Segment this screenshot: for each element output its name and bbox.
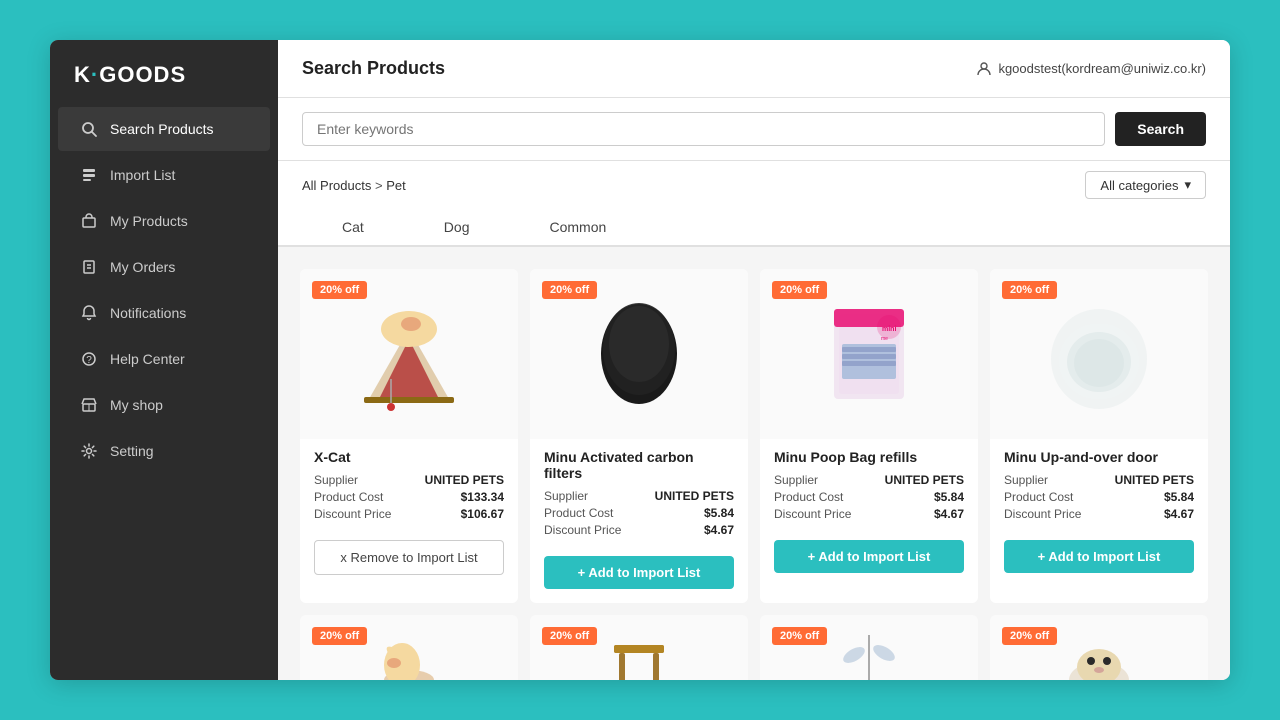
chevron-down-icon: ▾ — [1184, 177, 1191, 193]
product-card: 20% off X — [300, 269, 518, 603]
topbar: Search Products kgoodstest(kordream@uniw… — [278, 40, 1230, 98]
supplier-row: Supplier UNITED PETS — [1004, 473, 1194, 487]
add-to-import-list-button[interactable]: + Add to Import List — [774, 540, 964, 573]
svg-text:?: ? — [86, 355, 92, 366]
user-email: kgoodstest(kordream@uniwiz.co.kr) — [998, 61, 1206, 76]
product-image-xcat — [349, 289, 469, 419]
second-products-row: 20% off 20% off — [278, 609, 1230, 680]
sidebar-item-my-orders[interactable]: My Orders — [58, 245, 270, 289]
tab-cat[interactable]: Cat — [302, 209, 404, 247]
shop-icon — [80, 396, 98, 414]
sidebar-label-search-products: Search Products — [110, 121, 214, 137]
sidebar-label-notifications: Notifications — [110, 305, 186, 321]
product-card-partial: 20% off — [530, 615, 748, 680]
add-to-import-list-button[interactable]: + Add to Import List — [1004, 540, 1194, 573]
product-info: X-Cat Supplier UNITED PETS Product Cost … — [300, 439, 518, 532]
product-name: Minu Up-and-over door — [1004, 449, 1194, 465]
partial-product-image-2 — [604, 625, 674, 680]
tab-dog[interactable]: Dog — [404, 209, 510, 247]
sidebar-label-my-orders: My Orders — [110, 259, 175, 275]
list-icon — [80, 166, 98, 184]
discount-badge: 20% off — [772, 627, 827, 645]
sidebar-item-help-center[interactable]: ? Help Center — [58, 337, 270, 381]
product-image-poopbag: mini me — [814, 289, 924, 419]
sidebar-item-import-list[interactable]: Import List — [58, 153, 270, 197]
product-card-partial: 20% off — [760, 615, 978, 680]
product-name: Minu Activated carbon filters — [544, 449, 734, 481]
sidebar-label-my-products: My Products — [110, 213, 188, 229]
cost-row: Product Cost $5.84 — [774, 490, 964, 504]
tabs-row: Cat Dog Common — [278, 209, 1230, 247]
orders-icon — [80, 258, 98, 276]
product-info: Minu Poop Bag refills Supplier UNITED PE… — [760, 439, 978, 532]
discount-row: Discount Price $4.67 — [544, 523, 734, 537]
discount-badge: 20% off — [1002, 627, 1057, 645]
sidebar-label-import-list: Import List — [110, 167, 175, 183]
bell-icon — [80, 304, 98, 322]
user-info: kgoodstest(kordream@uniwiz.co.kr) — [976, 61, 1206, 77]
sidebar-label-my-shop: My shop — [110, 397, 163, 413]
sidebar-item-search-products[interactable]: Search Products — [58, 107, 270, 151]
sidebar-item-notifications[interactable]: Notifications — [58, 291, 270, 335]
discount-row: Discount Price $4.67 — [1004, 507, 1194, 521]
content-area: Search All Products > Pet All categories… — [278, 98, 1230, 680]
logo: K·GOODS — [50, 40, 278, 106]
discount-badge: 20% off — [1002, 281, 1057, 299]
product-name: X-Cat — [314, 449, 504, 465]
partial-product-image-1 — [374, 625, 444, 680]
search-input[interactable] — [302, 112, 1105, 146]
sidebar-label-setting: Setting — [110, 443, 154, 459]
cost-row: Product Cost $133.34 — [314, 490, 504, 504]
sidebar-item-setting[interactable]: Setting — [58, 429, 270, 473]
product-info: Minu Up-and-over door Supplier UNITED PE… — [990, 439, 1208, 532]
add-to-import-list-button[interactable]: + Add to Import List — [544, 556, 734, 589]
search-button[interactable]: Search — [1115, 112, 1206, 146]
supplier-row: Supplier UNITED PETS — [544, 489, 734, 503]
help-icon: ? — [80, 350, 98, 368]
discount-badge: 20% off — [312, 627, 367, 645]
product-card-partial: 20% off — [990, 615, 1208, 680]
product-name: Minu Poop Bag refills — [774, 449, 964, 465]
products-grid: 20% off X — [278, 247, 1230, 609]
product-info: Minu Activated carbon filters Supplier U… — [530, 439, 748, 548]
page-title: Search Products — [302, 58, 445, 79]
remove-from-import-list-button[interactable]: x Remove to Import List — [314, 540, 504, 575]
search-icon — [80, 120, 98, 138]
cost-row: Product Cost $5.84 — [544, 506, 734, 520]
sidebar: K·GOODS Search Products Import List — [50, 40, 278, 680]
user-icon — [976, 61, 992, 77]
all-categories-button[interactable]: All categories ▾ — [1085, 171, 1206, 199]
discount-row: Discount Price $4.67 — [774, 507, 964, 521]
discount-row: Discount Price $106.67 — [314, 507, 504, 521]
discount-badge: 20% off — [312, 281, 367, 299]
supplier-row: Supplier UNITED PETS — [774, 473, 964, 487]
supplier-row: Supplier UNITED PETS — [314, 473, 504, 487]
product-card-partial: 20% off — [300, 615, 518, 680]
cost-row: Product Cost $5.84 — [1004, 490, 1194, 504]
svg-text:me: me — [881, 336, 888, 342]
product-card: 20% off — [760, 269, 978, 603]
product-image-door — [1039, 289, 1159, 419]
sidebar-item-my-shop[interactable]: My shop — [58, 383, 270, 427]
discount-badge: 20% off — [772, 281, 827, 299]
sidebar-label-help-center: Help Center — [110, 351, 185, 367]
product-image-filter — [589, 289, 689, 419]
partial-product-image-4 — [1064, 625, 1134, 680]
svg-text:mini: mini — [882, 326, 896, 333]
product-card: 20% off Minu Up-and-over door — [990, 269, 1208, 603]
sidebar-item-my-products[interactable]: My Products — [58, 199, 270, 243]
product-card: 20% off Minu Activated carbon filters Su… — [530, 269, 748, 603]
gear-icon — [80, 442, 98, 460]
partial-product-image-3 — [834, 625, 904, 680]
box-icon — [80, 212, 98, 230]
main-content: Search Products kgoodstest(kordream@uniw… — [278, 40, 1230, 680]
search-bar-row: Search — [278, 98, 1230, 161]
breadcrumb-row: All Products > Pet All categories ▾ — [278, 161, 1230, 209]
tab-common[interactable]: Common — [509, 209, 646, 247]
breadcrumb: All Products > Pet — [302, 178, 406, 193]
discount-badge: 20% off — [542, 281, 597, 299]
discount-badge: 20% off — [542, 627, 597, 645]
